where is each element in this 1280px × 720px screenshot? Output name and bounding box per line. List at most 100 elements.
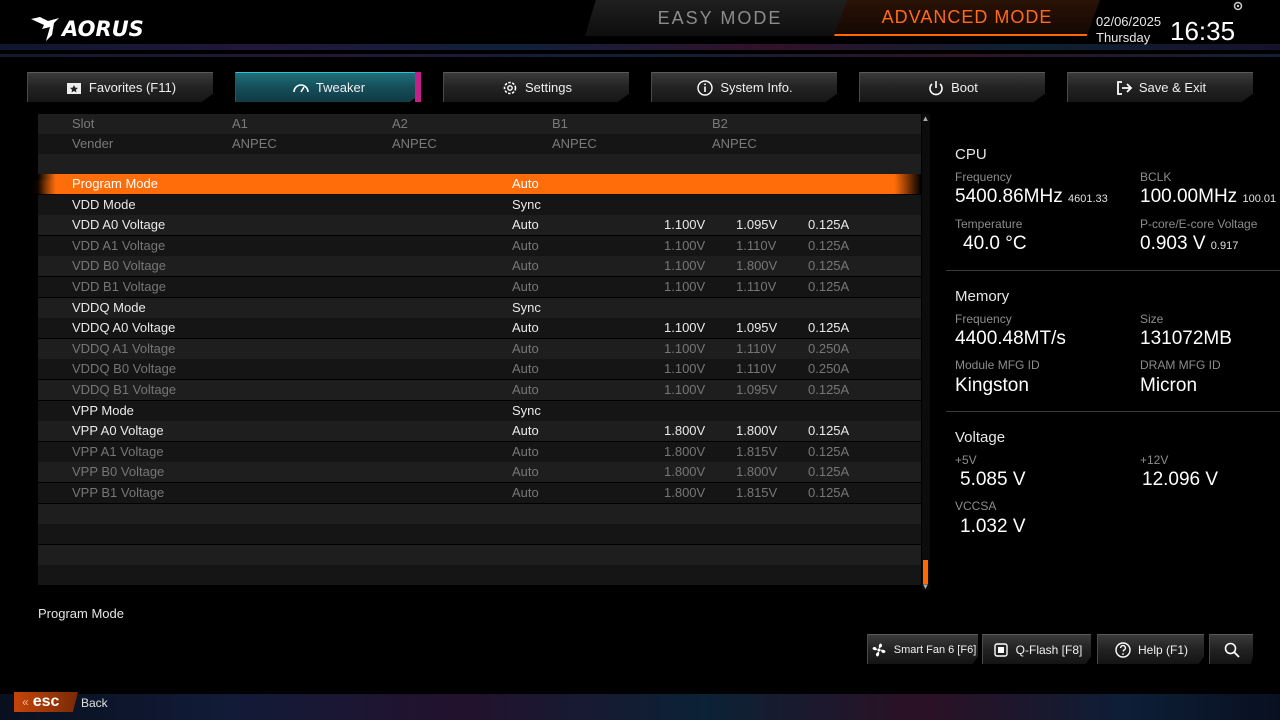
cpu-temp-label: Temperature xyxy=(955,217,1023,231)
mem-frequency-value: 4400.48MT/s xyxy=(955,328,1066,349)
setting-value: Auto xyxy=(512,361,539,377)
settings-row[interactable]: VDD A0 Voltage Auto 1.100V 1.095V 0.125A xyxy=(38,215,921,236)
settings-row: VPP A1 Voltage Auto 1.800V 1.815V 0.125A xyxy=(38,441,921,462)
vender-a1: ANPEC xyxy=(232,136,277,151)
search-button[interactable] xyxy=(1209,634,1253,664)
settings-row[interactable]: VPP A0 Voltage Auto 1.800V 1.800V 0.125A xyxy=(38,421,921,442)
scroll-up-icon[interactable]: ▲ xyxy=(921,115,930,123)
tab-label: System Info. xyxy=(720,80,793,95)
help-icon xyxy=(1115,641,1131,658)
double-chevron-left-icon: « xyxy=(22,695,29,709)
voltage-target: 1.800V xyxy=(664,485,706,500)
empty-row xyxy=(38,503,921,524)
vender-b2: ANPEC xyxy=(712,136,757,151)
memory-section-title: Memory xyxy=(955,288,1010,305)
tab-label: Tweaker xyxy=(315,80,366,95)
tab-system-info[interactable]: System Info. xyxy=(651,72,837,102)
q-flash-button[interactable]: Q-Flash [F8] xyxy=(982,634,1091,664)
setting-name: VDDQ A1 Voltage xyxy=(72,340,176,356)
bclk-value: 100.00MHz 100.01 xyxy=(1140,186,1276,208)
setting-name: VPP A0 Voltage xyxy=(72,423,164,439)
gear-icon[interactable] xyxy=(1232,0,1244,12)
button-label: Q-Flash [F8] xyxy=(1015,642,1083,657)
tab-save-exit[interactable]: Save & Exit xyxy=(1067,72,1253,102)
current-value: 0.125A xyxy=(808,423,850,439)
date: 02/06/2025 xyxy=(1096,14,1162,29)
current-value: 0.125A xyxy=(808,382,850,397)
current-value: 0.125A xyxy=(808,258,850,274)
settings-row: VDD B1 Voltage Auto 1.100V 1.110V 0.125A xyxy=(38,277,921,297)
voltage-actual: 1.095V xyxy=(736,320,778,336)
smart-fan-button[interactable]: Smart Fan 6 [F6] xyxy=(867,634,978,664)
voltage-actual: 1.800V xyxy=(736,423,778,439)
settings-row[interactable]: VPP Mode Sync xyxy=(38,400,921,421)
settings-row: VDDQ A1 Voltage Auto 1.100V 1.110V 0.250A xyxy=(38,338,921,359)
power-icon xyxy=(929,80,943,95)
scroll-down-icon[interactable]: ▼ xyxy=(921,583,930,591)
voltage-section-title: Voltage xyxy=(955,429,1006,446)
current-value: 0.125A xyxy=(808,485,850,500)
voltage-target: 1.100V xyxy=(664,279,706,294)
voltage-actual: 1.800V xyxy=(736,258,778,274)
bclk-sub: 100.01 xyxy=(1242,193,1277,205)
setting-value: Sync xyxy=(512,402,541,418)
gear-icon xyxy=(503,81,517,94)
settings-row: VPP B1 Voltage Auto 1.800V 1.815V 0.125A xyxy=(38,483,921,503)
slot-b2: B2 xyxy=(712,116,728,131)
top-bar: AORUS EASY MODE ADVANCED MODE 02/06/2025… xyxy=(0,0,1280,62)
fan-icon xyxy=(872,643,886,656)
cpu-voltage-value: 0.903 V 0.917 xyxy=(1140,233,1238,255)
easy-mode-button[interactable]: EASY MODE xyxy=(585,0,855,36)
settings-row[interactable]: VDDQ A0 Voltage Auto 1.100V 1.095V 0.125A xyxy=(38,318,921,339)
spacer-row xyxy=(38,154,921,174)
voltage-target: 1.100V xyxy=(664,340,706,356)
voltage-actual: 1.110V xyxy=(736,237,777,253)
v12-value: 12.096 V xyxy=(1142,469,1219,490)
setting-value: Auto xyxy=(512,258,539,274)
voltage-actual: 1.110V xyxy=(736,279,777,294)
voltage-target: 1.100V xyxy=(664,237,706,253)
esc-key-label: esc xyxy=(32,693,60,710)
button-label: Smart Fan 6 [F6] xyxy=(893,643,977,656)
tab-label: Boot xyxy=(951,80,978,95)
v5-label: +5V xyxy=(955,453,977,467)
settings-row[interactable]: VDD Mode Sync xyxy=(38,194,921,215)
info-icon xyxy=(697,79,714,96)
slot-a1: A1 xyxy=(232,116,248,131)
setting-value: Auto xyxy=(512,382,539,397)
tab-favorites[interactable]: Favorites (F11) xyxy=(27,72,213,102)
settings-row[interactable]: VDDQ Mode Sync xyxy=(38,297,921,318)
back-label: Back xyxy=(81,696,108,710)
mem-size-value: 131072MB xyxy=(1140,328,1232,349)
esc-back-button[interactable]: « esc xyxy=(14,692,78,712)
header-label: Vender xyxy=(72,136,114,151)
slot-b1: B1 xyxy=(552,116,568,131)
cpu-voltage-label: P-core/E-core Voltage xyxy=(1140,217,1258,231)
current-value: 0.250A xyxy=(808,340,850,356)
setting-name: VDDQ B1 Voltage xyxy=(72,382,177,397)
voltage-actual: 1.800V xyxy=(736,464,778,480)
settings-row: VDDQ B1 Voltage Auto 1.100V 1.095V 0.125A xyxy=(38,380,921,400)
tab-tweaker[interactable]: Tweaker xyxy=(235,72,421,102)
advanced-mode-button[interactable]: ADVANCED MODE xyxy=(834,0,1100,36)
help-button[interactable]: Help (F1) xyxy=(1097,634,1204,664)
setting-name: Program Mode xyxy=(72,176,158,191)
dram-mfg-value: Micron xyxy=(1140,375,1198,396)
header-label: Slot xyxy=(72,116,95,131)
scrollbar-thumb[interactable] xyxy=(923,560,928,584)
setting-name: VDD B1 Voltage xyxy=(72,279,166,294)
scrollbar[interactable] xyxy=(922,114,930,590)
vender-b1: ANPEC xyxy=(552,136,597,151)
brand-logo: AORUS xyxy=(30,14,146,44)
voltage-target: 1.100V xyxy=(664,382,706,397)
cpu-voltage-sub: 0.917 xyxy=(1210,240,1239,252)
bclk: 100.00MHz xyxy=(1140,186,1238,207)
settings-row[interactable]: Program Mode Auto xyxy=(38,174,921,194)
slot-header-row: Slot A1 A2 B1 B2 xyxy=(38,114,921,134)
tab-settings[interactable]: Settings xyxy=(443,72,629,102)
item-help-text: Program Mode xyxy=(38,606,124,621)
setting-name: VDD B0 Voltage xyxy=(72,258,166,274)
setting-value: Auto xyxy=(512,464,539,480)
tab-boot[interactable]: Boot xyxy=(859,72,1045,102)
tab-label: Settings xyxy=(525,80,572,95)
